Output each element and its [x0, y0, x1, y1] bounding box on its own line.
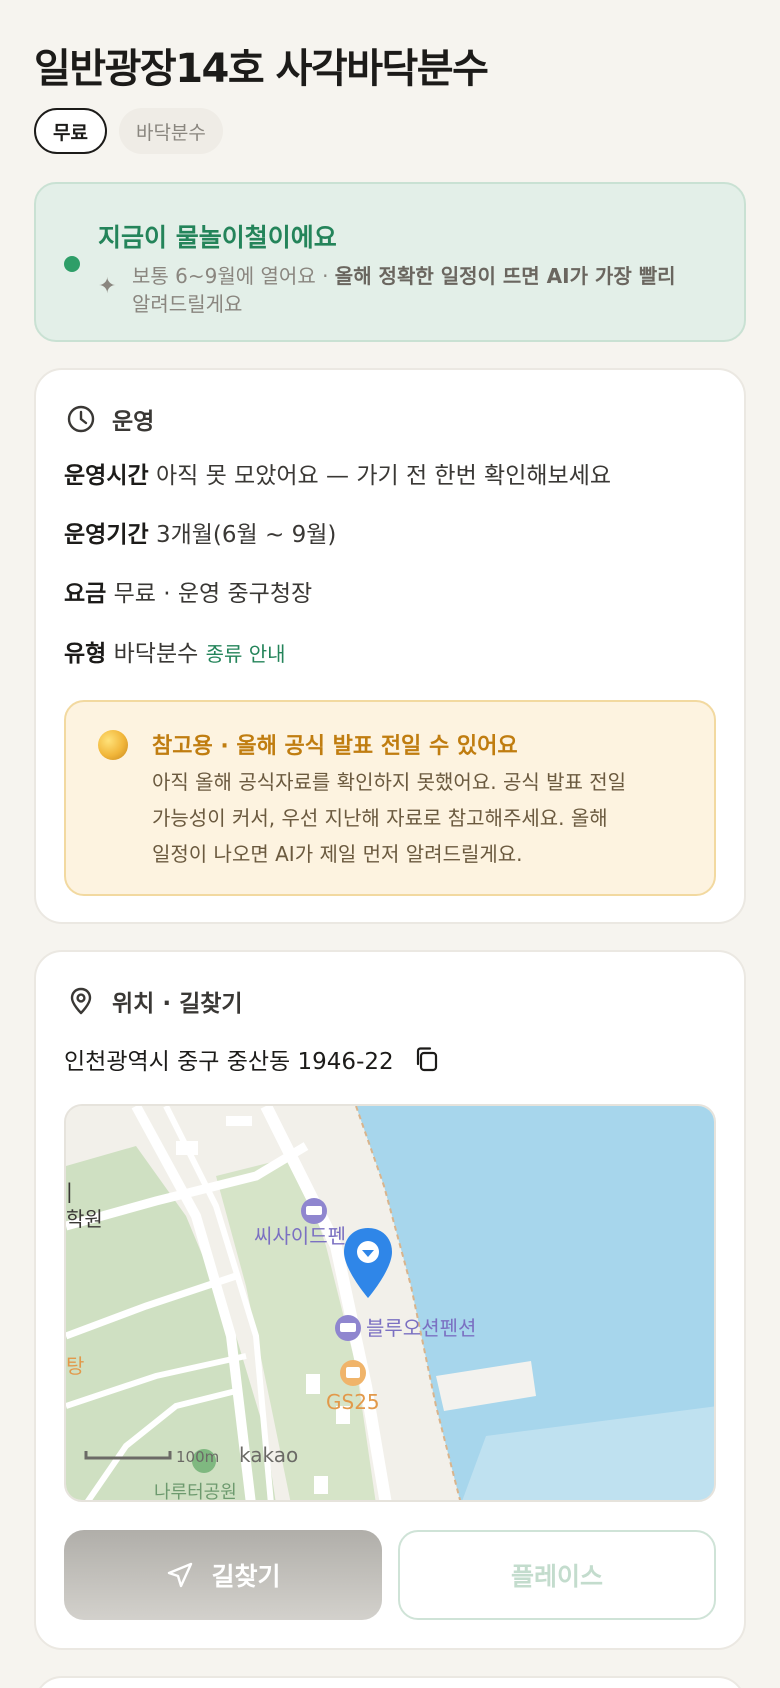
season-banner: 지금이 물놀이철이에요 ✦ 보통 6~9월에 열어요 · 올해 정확한 일정이 …	[34, 182, 746, 342]
info-row-hours: 운영시간 아직 못 모았어요 — 가기 전 한번 확인해보세요	[64, 456, 611, 490]
place-button[interactable]: 플레이스	[398, 1530, 716, 1620]
clock-icon	[67, 405, 95, 433]
map-label-academy[interactable]: 학원	[66, 1207, 103, 1231]
notice-line: 일정이 나오면 AI가 제일 먼저 알려드릴게요.	[152, 842, 523, 866]
chip-type[interactable]: 바닥분수	[118, 108, 223, 154]
row-value: 바닥분수	[113, 641, 199, 667]
info-row-type: 유형 바닥분수 종류 안내	[64, 634, 286, 668]
row-value: 무료 · 운영 중구청장	[113, 581, 313, 607]
notice-body: 아직 올해 공식자료를 확인하지 못했어요. 공식 발표 전일 가능성이 커서,…	[152, 764, 692, 872]
season-note-plain: 보통 6~9월에 열어요 ·	[132, 264, 335, 288]
location-header: 위치 · 길찾기	[66, 984, 243, 1018]
route-button[interactable]: 길찾기	[64, 1530, 382, 1620]
notice-title: 참고용 · 올해 공식 발표 전일 수 있어요	[152, 734, 518, 759]
row-label: 운영시간	[64, 463, 149, 489]
map-label-left[interactable]: 탕	[66, 1354, 84, 1378]
row-label: 운영기간	[64, 522, 149, 548]
map-label-store[interactable]: GS25	[326, 1390, 380, 1414]
tag-chips: 무료 바닥분수	[34, 108, 223, 154]
map-label-pension2[interactable]: 블루오션펜션	[366, 1316, 476, 1340]
row-value: 아직 못 모았어요 — 가기 전 한번 확인해보세요	[155, 463, 612, 489]
map-canvas[interactable]: 씨사이드펜 블루오션펜션 GS25 | 학원 탕 나루터공원 100m kaka…	[66, 1106, 716, 1502]
route-button-label: 길찾기	[211, 1562, 281, 1591]
navigation-arrow-icon	[168, 1562, 193, 1588]
season-note: 보통 6~9월에 열어요 · 올해 정확한 일정이 뜨면 AI가 가장 빨리알려…	[132, 262, 732, 318]
sparkle-icon: ✦	[98, 274, 117, 299]
season-note-bold: 올해 정확한 일정이 뜨면 AI가 가장 빨리	[334, 264, 676, 288]
row-label: 요금	[64, 581, 107, 607]
map-scale-label: 100m	[176, 1448, 219, 1466]
moon-icon	[98, 730, 128, 760]
copy-icon[interactable]	[412, 1044, 442, 1074]
map-pin-icon	[70, 987, 92, 1015]
address-row: 인천광역시 중구 중산동 1946-22	[64, 1042, 442, 1076]
address-text: 인천광역시 중구 중산동 1946-22	[64, 1049, 394, 1075]
page-title: 일반광장14호 사각바닥분수	[34, 46, 489, 92]
notice-line: 아직 올해 공식자료를 확인하지 못했어요. 공식 발표 전일	[152, 770, 627, 794]
info-row-period: 운영기간 3개월(6월 ~ 9월)	[64, 515, 336, 549]
row-value: 3개월(6월 ~ 9월)	[155, 522, 337, 548]
place-button-label: 플레이스	[510, 1562, 603, 1591]
row-label: 유형	[64, 641, 107, 667]
season-headline: 지금이 물놀이철이에요	[98, 223, 337, 252]
map-brand-label: kakao	[239, 1443, 298, 1467]
notice-line: 가능성이 커서, 우선 지난해 자료로 참고해주세요. 올해	[152, 806, 608, 830]
next-card-peek	[34, 1676, 746, 1688]
location-heading: 위치 · 길찾기	[112, 991, 243, 1017]
operation-card: 운영 운영시간 아직 못 모았어요 — 가기 전 한번 확인해보세요 운영기간 …	[34, 368, 746, 924]
info-row-fee: 요금 무료 · 운영 중구청장	[64, 574, 312, 608]
location-card: 위치 · 길찾기 인천광역시 중구 중산동 1946-22 씨사이드펜 블루오션…	[34, 950, 746, 1650]
operation-header: 운영	[66, 402, 154, 436]
map-label-bar: |	[66, 1179, 73, 1203]
map-label-pension1[interactable]: 씨사이드펜	[254, 1224, 346, 1248]
type-guide-link[interactable]: 종류 안내	[206, 642, 286, 666]
facility-detail-page: 일반광장14호 사각바닥분수 무료 바닥분수 지금이 물놀이철이에요 ✦ 보통 …	[0, 0, 780, 1688]
operation-heading: 운영	[112, 409, 155, 435]
chip-free[interactable]: 무료	[34, 108, 107, 154]
season-note-tail: 알려드릴게요	[132, 292, 243, 316]
reference-notice: 참고용 · 올해 공식 발표 전일 수 있어요 아직 올해 공식자료를 확인하지…	[64, 700, 716, 896]
status-dot	[64, 256, 80, 272]
map-label-park[interactable]: 나루터공원	[154, 1482, 237, 1502]
map-view[interactable]: 씨사이드펜 블루오션펜션 GS25 | 학원 탕 나루터공원 100m kaka…	[64, 1104, 716, 1502]
